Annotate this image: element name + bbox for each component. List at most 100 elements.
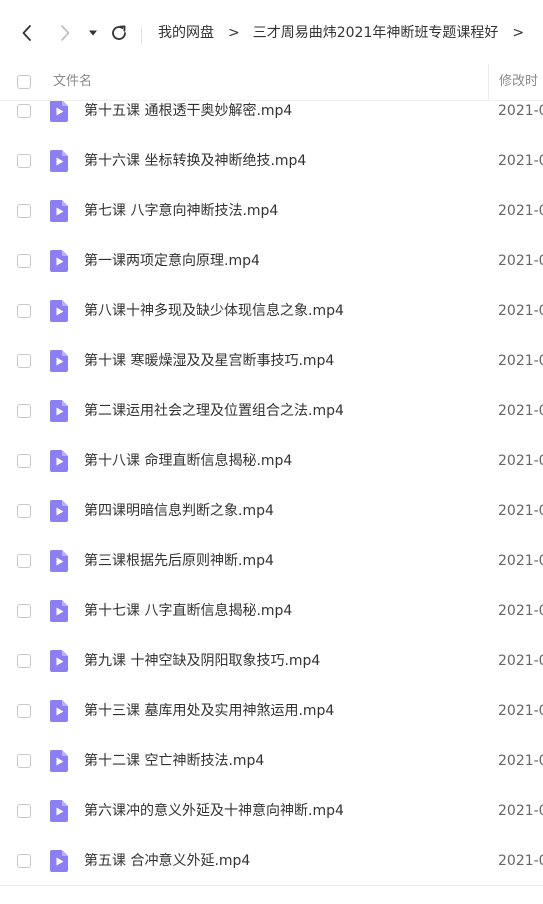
file-row[interactable]: 第十二课 空亡神断技法.mp4 2021-0: [0, 736, 543, 786]
video-file-icon: [49, 550, 69, 572]
file-name[interactable]: 第九课 十神空缺及阴阳取象技巧.mp4: [84, 650, 320, 672]
select-all-checkbox[interactable]: [17, 75, 31, 89]
file-checkbox[interactable]: [17, 354, 31, 368]
navigation-bar: 我的网盘 > 三才周易曲炜2021年神断班专题课程好 >: [0, 0, 543, 64]
file-row[interactable]: 第九课 十神空缺及阴阳取象技巧.mp4 2021-0: [0, 636, 543, 686]
file-name[interactable]: 第四课明暗信息判断之象.mp4: [84, 500, 274, 522]
file-checkbox[interactable]: [17, 854, 31, 868]
file-modified-date: 2021-0: [498, 153, 543, 169]
chevron-right-icon: [59, 24, 71, 42]
file-name[interactable]: 第六课冲的意义外延及十神意向神断.mp4: [84, 800, 344, 822]
cloud-drive-window: 我的网盘 > 三才周易曲炜2021年神断班专题课程好 > 文件名 修改时 第十五课 通…: [0, 0, 543, 904]
file-row[interactable]: 第七课 八字意向神断技法.mp4 2021-0: [0, 186, 543, 236]
file-row[interactable]: 第五课 合冲意义外延.mp4 2021-0: [0, 836, 543, 885]
file-checkbox[interactable]: [17, 754, 31, 768]
video-file-icon: [49, 750, 69, 772]
file-row[interactable]: 第十六课 坐标转换及神断绝技.mp4 2021-0: [0, 136, 543, 186]
video-file-icon: [49, 450, 69, 472]
file-modified-date: 2021-0: [498, 603, 543, 619]
breadcrumb-separator: >: [228, 25, 240, 41]
refresh-button[interactable]: [108, 22, 130, 44]
video-file-icon: [49, 600, 69, 622]
file-checkbox[interactable]: [17, 304, 31, 318]
video-file-icon: [49, 200, 69, 222]
video-file-icon: [49, 500, 69, 522]
file-name[interactable]: 第七课 八字意向神断技法.mp4: [84, 200, 278, 222]
file-row[interactable]: 第一课两项定意向原理.mp4 2021-0: [0, 236, 543, 286]
forward-button[interactable]: [54, 22, 76, 44]
nav-divider: [141, 27, 142, 43]
video-file-icon: [49, 350, 69, 372]
file-name[interactable]: 第十二课 空亡神断技法.mp4: [84, 750, 264, 772]
file-row[interactable]: 第二课运用社会之理及位置组合之法.mp4 2021-0: [0, 386, 543, 436]
file-modified-date: 2021-0: [498, 253, 543, 269]
file-checkbox[interactable]: [17, 154, 31, 168]
file-modified-date: 2021-0: [498, 103, 543, 119]
file-checkbox[interactable]: [17, 454, 31, 468]
file-checkbox[interactable]: [17, 254, 31, 268]
breadcrumb: 我的网盘 > 三才周易曲炜2021年神断班专题课程好 >: [158, 22, 537, 44]
file-name[interactable]: 第十三课 墓库用处及实用神煞运用.mp4: [84, 700, 334, 722]
file-modified-date: 2021-0: [498, 803, 543, 819]
file-name[interactable]: 第十课 寒暖燥湿及及星宫断事技巧.mp4: [84, 350, 334, 372]
video-file-icon: [49, 400, 69, 422]
bottom-bar: [0, 886, 543, 904]
column-name-header[interactable]: 文件名: [53, 73, 92, 91]
file-checkbox[interactable]: [17, 654, 31, 668]
file-modified-date: 2021-0: [498, 453, 543, 469]
file-name[interactable]: 第二课运用社会之理及位置组合之法.mp4: [84, 400, 344, 422]
file-modified-date: 2021-0: [498, 353, 543, 369]
history-dropdown-button[interactable]: [84, 22, 102, 44]
file-row[interactable]: 第十三课 墓库用处及实用神煞运用.mp4 2021-0: [0, 686, 543, 736]
file-row[interactable]: 第六课冲的意义外延及十神意向神断.mp4 2021-0: [0, 786, 543, 836]
file-modified-date: 2021-0: [498, 303, 543, 319]
video-file-icon: [49, 300, 69, 322]
file-checkbox[interactable]: [17, 804, 31, 818]
file-name[interactable]: 第三课根据先后原则神断.mp4: [84, 550, 274, 572]
back-button[interactable]: [16, 22, 38, 44]
file-row[interactable]: 第八课十神多现及缺少体现信息之象.mp4 2021-0: [0, 286, 543, 336]
file-checkbox[interactable]: [17, 604, 31, 618]
file-name[interactable]: 第十六课 坐标转换及神断绝技.mp4: [84, 150, 306, 172]
chevron-left-icon: [21, 24, 33, 42]
file-checkbox[interactable]: [17, 554, 31, 568]
video-file-icon: [49, 800, 69, 822]
file-checkbox[interactable]: [17, 704, 31, 718]
file-modified-date: 2021-0: [498, 403, 543, 419]
file-modified-date: 2021-0: [498, 653, 543, 669]
video-file-icon: [49, 700, 69, 722]
file-name[interactable]: 第十五课 通根透干奥妙解密.mp4: [84, 101, 292, 122]
file-name[interactable]: 第十七课 八字直断信息揭秘.mp4: [84, 600, 292, 622]
file-checkbox[interactable]: [17, 104, 31, 118]
file-name[interactable]: 第一课两项定意向原理.mp4: [84, 250, 260, 272]
file-row[interactable]: 第四课明暗信息判断之象.mp4 2021-0: [0, 486, 543, 536]
video-file-icon: [49, 101, 69, 122]
breadcrumb-item-my-drive[interactable]: 我的网盘: [158, 25, 214, 41]
file-row[interactable]: 第十五课 通根透干奥妙解密.mp4 2021-0: [0, 101, 543, 136]
column-header: 文件名 修改时: [0, 64, 543, 101]
video-file-icon: [49, 650, 69, 672]
caret-down-icon: [88, 29, 98, 37]
video-file-icon: [49, 250, 69, 272]
file-name[interactable]: 第十八课 命理直断信息揭秘.mp4: [84, 450, 292, 472]
refresh-icon: [109, 23, 129, 43]
file-modified-date: 2021-0: [498, 203, 543, 219]
file-name[interactable]: 第八课十神多现及缺少体现信息之象.mp4: [84, 300, 344, 322]
file-row[interactable]: 第十七课 八字直断信息揭秘.mp4 2021-0: [0, 586, 543, 636]
file-row[interactable]: 第三课根据先后原则神断.mp4 2021-0: [0, 536, 543, 586]
file-row[interactable]: 第十课 寒暖燥湿及及星宫断事技巧.mp4 2021-0: [0, 336, 543, 386]
breadcrumb-item-course-folder[interactable]: 三才周易曲炜2021年神断班专题课程好: [253, 25, 499, 41]
file-name[interactable]: 第五课 合冲意义外延.mp4: [84, 850, 250, 872]
file-modified-date: 2021-0: [498, 853, 543, 869]
file-checkbox[interactable]: [17, 504, 31, 518]
column-divider[interactable]: [488, 64, 489, 100]
file-modified-date: 2021-0: [498, 503, 543, 519]
file-checkbox[interactable]: [17, 204, 31, 218]
breadcrumb-overflow-separator[interactable]: >: [512, 22, 524, 44]
column-modified-header[interactable]: 修改时: [499, 73, 538, 91]
file-list-inner: 第十五课 通根透干奥妙解密.mp4 2021-0 第十六课 坐标转换及神断绝技.mp…: [0, 101, 543, 885]
file-modified-date: 2021-0: [498, 753, 543, 769]
file-row[interactable]: 第十八课 命理直断信息揭秘.mp4 2021-0: [0, 436, 543, 486]
file-checkbox[interactable]: [17, 404, 31, 418]
video-file-icon: [49, 850, 69, 872]
